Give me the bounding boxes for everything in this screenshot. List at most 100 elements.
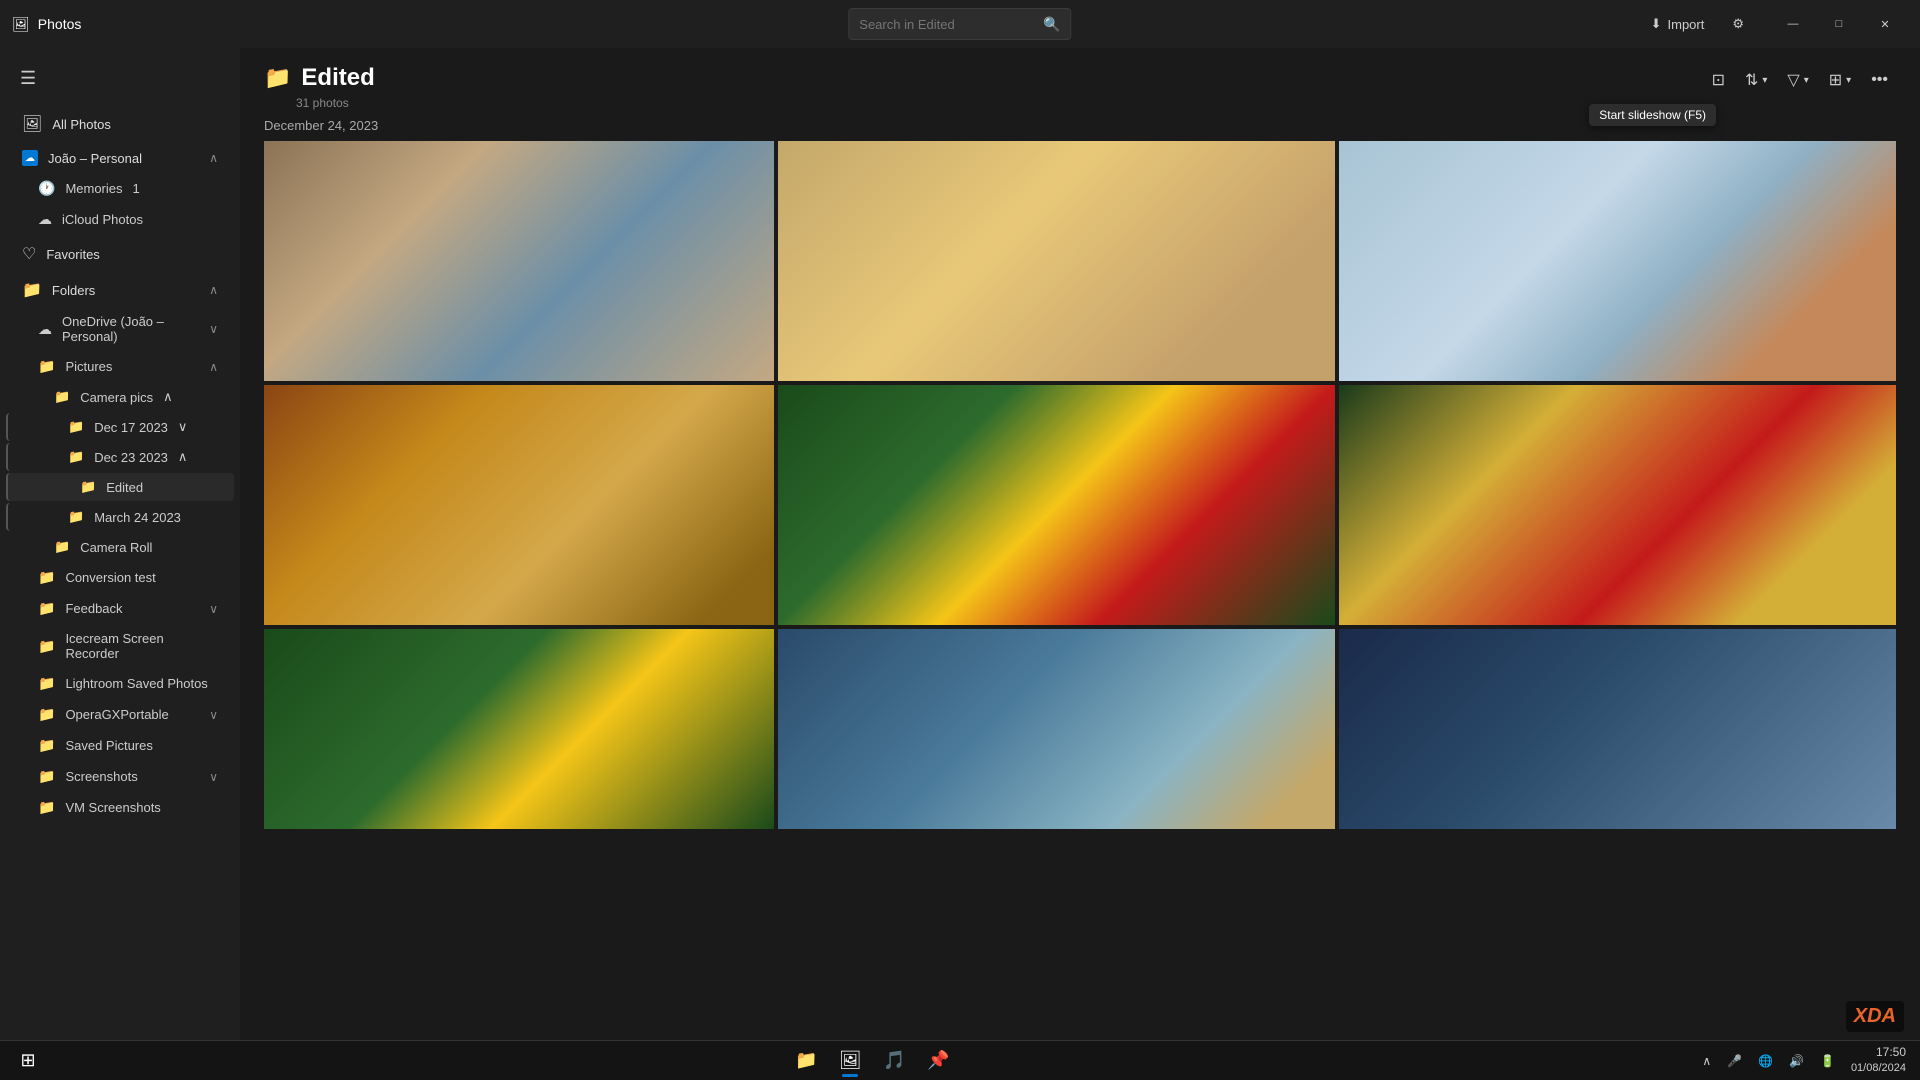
sidebar-item-icloud[interactable]: ☁ iCloud Photos	[6, 205, 234, 234]
minimize-button[interactable]: —	[1770, 8, 1816, 40]
camera-pics-label: Camera pics	[80, 390, 153, 405]
photo-cell-2[interactable]	[778, 141, 1335, 381]
hamburger-button[interactable]: ☰	[16, 64, 40, 93]
onedrive-chevron-icon: ∨	[209, 322, 218, 336]
settings-button[interactable]: ⚙	[1722, 12, 1754, 36]
taskbar-app-music[interactable]: 🎵	[874, 1043, 914, 1079]
favorites-icon: ♡	[22, 244, 36, 264]
photo-cell-5[interactable]	[778, 385, 1335, 625]
clock-time: 17:50	[1851, 1044, 1906, 1061]
import-button[interactable]: ⬇ Import	[1641, 12, 1715, 36]
joao-chevron-icon: ∧	[209, 151, 218, 165]
memories-label: Memories	[65, 181, 122, 196]
photo-cell-3[interactable]	[1339, 141, 1896, 381]
sidebar-item-folders[interactable]: 📁 Folders ∧	[6, 274, 234, 306]
camera-pics-chevron-icon: ∧	[163, 389, 173, 405]
onedrive-label: OneDrive (João – Personal)	[62, 314, 199, 344]
conversion-test-icon: 📁	[38, 569, 55, 586]
search-bar[interactable]: 🔍	[848, 8, 1071, 40]
titlebar: 🖼 Photos 🔍 ⬇ Import ⚙ — □ ✕	[0, 0, 1920, 48]
icecream-icon: 📁	[38, 638, 55, 655]
sidebar-hamburger[interactable]: ☰	[0, 56, 240, 101]
filter-arrow-icon: ▾	[1804, 75, 1809, 86]
photo-cell-4[interactable]	[264, 385, 774, 625]
sidebar-item-camera-roll[interactable]: 📁 Camera Roll	[6, 533, 234, 561]
sort-button[interactable]: ⇅ ▾	[1737, 64, 1775, 96]
dec17-icon: 📁	[68, 419, 84, 435]
sidebar-item-onedrive[interactable]: ☁ OneDrive (João – Personal) ∨	[6, 308, 234, 350]
sidebar-item-all-photos[interactable]: 🖼 All Photos	[6, 106, 234, 142]
sidebar-item-conversion-test[interactable]: 📁 Conversion test	[6, 563, 234, 592]
search-icon[interactable]: 🔍	[1043, 16, 1060, 33]
sidebar-item-pictures[interactable]: 📁 Pictures ∧	[6, 352, 234, 381]
photo-cell-9[interactable]	[1339, 629, 1896, 829]
app-logo: 🖼 Photos	[12, 16, 81, 33]
pin-icon: 📌	[927, 1050, 949, 1071]
view-button[interactable]: ⊞ ▾	[1821, 64, 1859, 96]
sidebar-item-dec17[interactable]: 📁 Dec 17 2023 ∨	[6, 413, 234, 441]
sidebar-item-vm-screenshots[interactable]: 📁 VM Screenshots	[6, 793, 234, 822]
all-photos-icon: 🖼	[22, 114, 42, 134]
sidebar-item-favorites[interactable]: ♡ Favorites	[6, 236, 234, 272]
taskbar-app-explorer[interactable]: 📁	[786, 1043, 826, 1079]
joao-personal-label: João – Personal	[48, 151, 142, 166]
sidebar-item-lightroom[interactable]: 📁 Lightroom Saved Photos	[6, 669, 234, 698]
start-button[interactable]: ⊞	[8, 1043, 48, 1079]
taskbar-chevron[interactable]: ∧	[1696, 1052, 1717, 1070]
sidebar-item-dec23[interactable]: 📁 Dec 23 2023 ∧	[6, 443, 234, 471]
app-name: Photos	[38, 16, 82, 32]
photo-row-3	[264, 629, 1896, 829]
edited-label: Edited	[106, 480, 143, 495]
taskbar-app-photos[interactable]: 🖼	[830, 1043, 870, 1079]
sidebar-item-screenshots[interactable]: 📁 Screenshots ∨	[6, 762, 234, 791]
sidebar-item-camera-pics[interactable]: 📁 Camera pics ∧	[6, 383, 234, 411]
sidebar-item-memories[interactable]: 🕐 Memories 1	[6, 174, 234, 203]
taskbar-network-icon[interactable]: 🌐	[1752, 1052, 1779, 1070]
more-icon: •••	[1871, 71, 1888, 89]
favorites-label: Favorites	[46, 247, 218, 262]
sidebar-item-icecream[interactable]: 📁 Icecream Screen Recorder	[6, 625, 234, 667]
lightroom-icon: 📁	[38, 675, 55, 692]
lightroom-label: Lightroom Saved Photos	[65, 676, 207, 691]
more-button[interactable]: •••	[1863, 65, 1896, 95]
sidebar-item-feedback[interactable]: 📁 Feedback ∨	[6, 594, 234, 623]
slideshow-button[interactable]: ⊡	[1704, 64, 1733, 96]
dec23-chevron-icon: ∧	[178, 449, 188, 465]
saved-pictures-label: Saved Pictures	[65, 738, 152, 753]
dec23-icon: 📁	[68, 449, 84, 465]
sidebar-item-edited[interactable]: 📁 Edited	[6, 473, 234, 501]
pictures-chevron-icon: ∧	[209, 360, 218, 374]
explorer-icon: 📁	[795, 1050, 817, 1071]
sort-arrow-icon: ▾	[1762, 75, 1767, 86]
folders-icon: 📁	[22, 280, 42, 300]
feedback-chevron-icon: ∨	[209, 602, 218, 616]
camera-roll-icon: 📁	[54, 539, 70, 555]
search-input[interactable]	[859, 17, 1035, 32]
content-area: 📁 Edited 31 photos Start slideshow (F5) …	[240, 48, 1920, 1040]
close-button[interactable]: ✕	[1862, 8, 1908, 40]
maximize-button[interactable]: □	[1816, 8, 1862, 40]
photo-cell-6[interactable]	[1339, 385, 1896, 625]
taskbar-mic-icon[interactable]: 🎤	[1721, 1052, 1748, 1070]
pictures-label: Pictures	[65, 359, 112, 374]
screenshots-icon: 📁	[38, 768, 55, 785]
sidebar-item-joao-personal[interactable]: ☁ João – Personal ∧	[6, 144, 234, 172]
photo-cell-7[interactable]	[264, 629, 774, 829]
taskbar-volume-icon[interactable]: 🔊	[1783, 1052, 1810, 1070]
taskbar-battery-icon[interactable]: 🔋	[1814, 1052, 1841, 1070]
photo-cell-1[interactable]	[264, 141, 774, 381]
pictures-icon: 📁	[38, 358, 55, 375]
view-arrow-icon: ▾	[1846, 75, 1851, 86]
sidebar-item-march24[interactable]: 📁 March 24 2023	[6, 503, 234, 531]
view-icon: ⊞	[1829, 70, 1842, 90]
photo-cell-8[interactable]	[778, 629, 1335, 829]
vm-screenshots-label: VM Screenshots	[65, 800, 160, 815]
settings-icon: ⚙	[1732, 16, 1744, 32]
onedrive-small-icon: ☁	[22, 150, 38, 166]
taskbar-clock[interactable]: 17:50 01/08/2024	[1845, 1042, 1912, 1078]
xda-watermark: XDA	[1846, 1001, 1904, 1032]
taskbar-app-pin[interactable]: 📌	[918, 1043, 958, 1079]
filter-button[interactable]: ▽ ▾	[1779, 64, 1816, 96]
sidebar-item-saved-pictures[interactable]: 📁 Saved Pictures	[6, 731, 234, 760]
sidebar-item-operagx[interactable]: 📁 OperaGXPortable ∨	[6, 700, 234, 729]
